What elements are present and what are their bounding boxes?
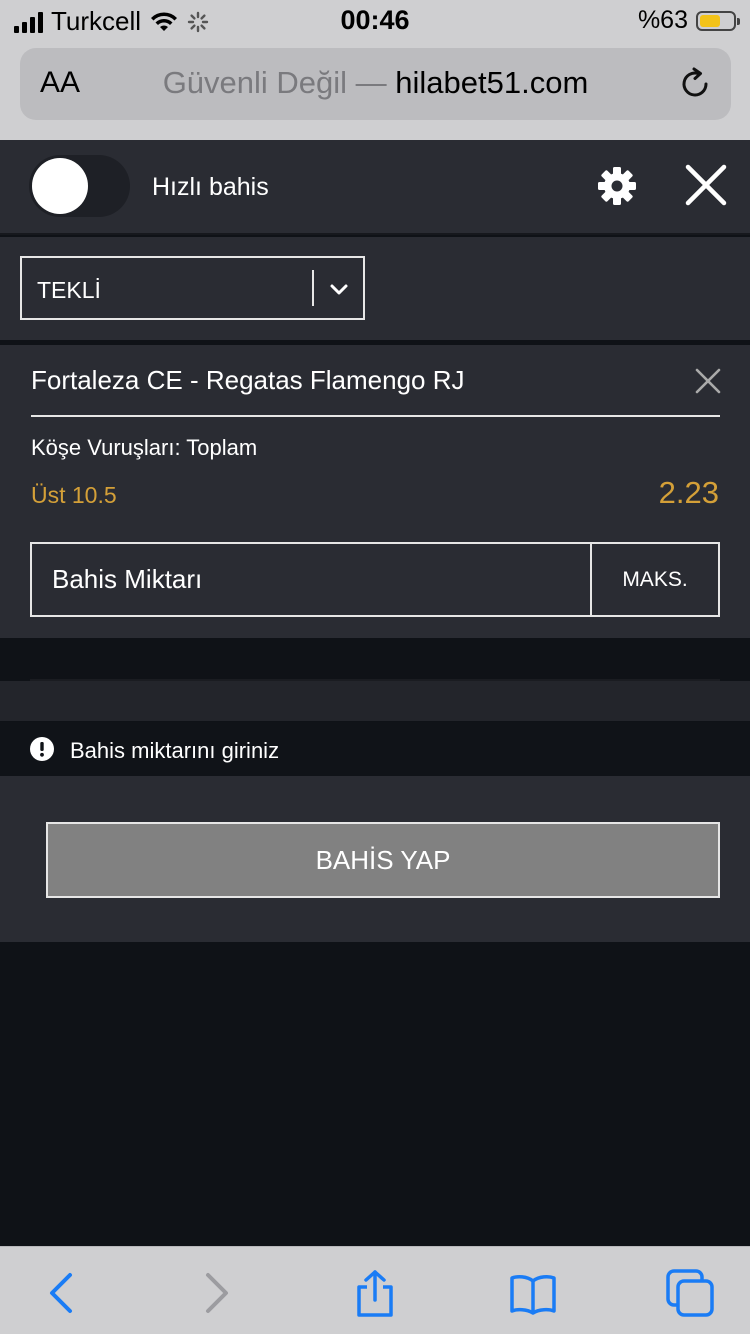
forward-icon[interactable] (192, 1269, 240, 1317)
market-name: Köşe Vuruşları: Toplam (31, 435, 258, 460)
odds-value: 2.23 (658, 475, 719, 510)
bookmarks-icon[interactable] (509, 1269, 557, 1317)
gear-icon[interactable] (596, 165, 638, 207)
close-icon[interactable] (684, 163, 728, 207)
tabs-icon[interactable] (666, 1269, 714, 1317)
security-status: Güvenli Değil — (162, 65, 387, 100)
betslip-header: Hızlı bahis (0, 140, 750, 235)
back-icon[interactable] (38, 1269, 86, 1317)
select-divider (312, 270, 314, 306)
reload-icon[interactable] (677, 66, 713, 102)
match-name: Fortaleza CE - Regatas Flamengo RJ (31, 365, 465, 395)
warning-text: Bahis miktarını giriniz (70, 738, 280, 763)
quick-bet-toggle[interactable] (29, 155, 130, 217)
selection-name: Üst 10.5 (31, 482, 117, 508)
place-bet-panel: BAHİS YAP (0, 776, 750, 942)
stake-box: MAKS. (30, 542, 720, 617)
battery-percent: %63 (637, 6, 688, 34)
bet-type-select[interactable]: TEKLİ (20, 256, 365, 320)
share-icon[interactable] (351, 1269, 399, 1317)
bet-card: Fortaleza CE - Regatas Flamengo RJ Köşe … (0, 345, 750, 638)
max-stake-label: MAKS. (622, 567, 688, 591)
spacer-panel (0, 681, 750, 721)
place-bet-label: BAHİS YAP (315, 844, 451, 875)
bet-type-value: TEKLİ (37, 277, 101, 303)
alert-icon (30, 737, 54, 761)
url-display[interactable]: Güvenli Değil — hilabet51.com (20, 65, 731, 101)
browser-address-area: AA Güvenli Değil — hilabet51.com (0, 40, 750, 140)
battery-icon (696, 10, 740, 31)
warning-message: Bahis miktarını giriniz (0, 722, 750, 776)
quick-bet-label: Hızlı bahis (152, 173, 269, 201)
card-divider (31, 415, 720, 417)
status-bar: Turkcell 00:46 %63 (0, 0, 750, 40)
max-stake-button[interactable]: MAKS. (590, 544, 718, 615)
url-host: hilabet51.com (395, 65, 589, 100)
toggle-knob (32, 158, 88, 214)
browser-toolbar (0, 1246, 750, 1334)
remove-bet-icon[interactable] (694, 367, 722, 395)
chevron-down-icon (330, 284, 348, 295)
stake-input[interactable] (32, 544, 592, 615)
place-bet-button[interactable]: BAHİS YAP (46, 822, 720, 898)
address-bar[interactable]: AA Güvenli Değil — hilabet51.com (20, 48, 731, 120)
bet-type-row: TEKLİ (0, 237, 750, 340)
